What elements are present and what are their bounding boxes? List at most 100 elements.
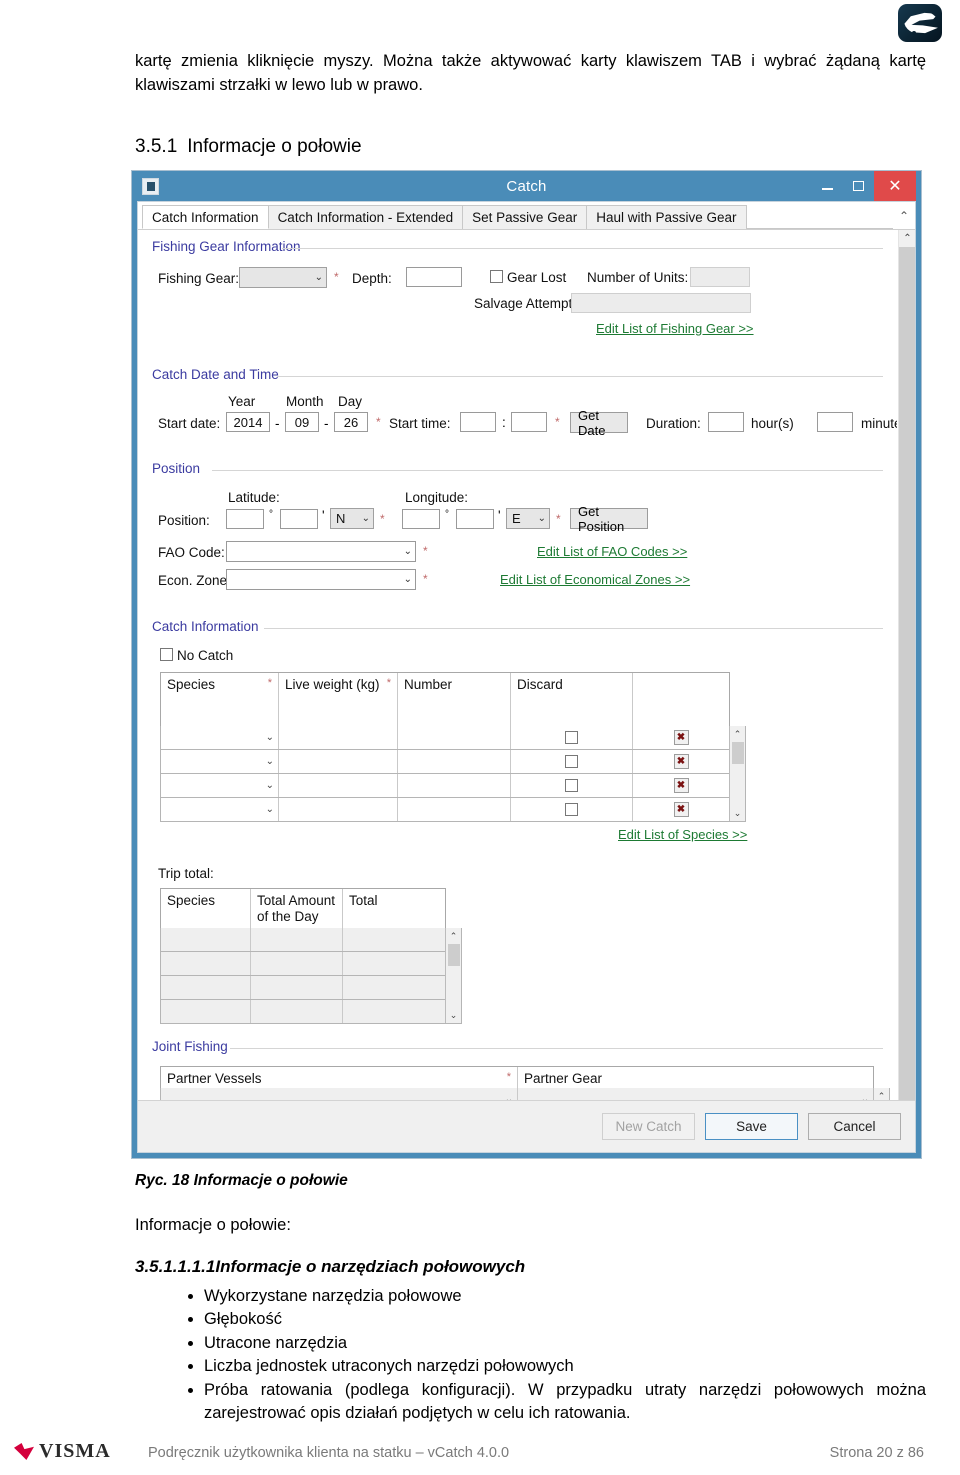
longitude-degree-symbol: ° bbox=[445, 509, 449, 520]
econ-zone-select[interactable]: ⌄ bbox=[226, 569, 416, 590]
no-catch-label[interactable]: No Catch bbox=[177, 648, 233, 663]
scroll-thumb[interactable] bbox=[731, 742, 744, 764]
get-position-button[interactable]: Get Position bbox=[570, 504, 648, 534]
cell-actions[interactable]: ✖ bbox=[633, 774, 729, 797]
cancel-button[interactable]: Cancel bbox=[808, 1113, 901, 1140]
number-of-units-input[interactable] bbox=[690, 267, 750, 287]
species-grid-scrollbar[interactable]: ⌃ ⌄ bbox=[729, 726, 745, 821]
longitude-minutes-input[interactable] bbox=[456, 509, 494, 529]
table-row[interactable] bbox=[161, 928, 445, 951]
discard-checkbox[interactable] bbox=[565, 755, 578, 768]
table-row[interactable]: ⌄ ✖ bbox=[161, 773, 729, 797]
tab-catch-information[interactable]: Catch Information bbox=[142, 205, 269, 229]
delete-row-button[interactable]: ✖ bbox=[673, 754, 689, 769]
edit-list-of-economical-zones-link[interactable]: Edit List of Economical Zones >> bbox=[500, 572, 690, 587]
start-minute-input[interactable] bbox=[511, 412, 547, 432]
discard-checkbox[interactable] bbox=[565, 803, 578, 816]
start-hour-input[interactable] bbox=[460, 412, 496, 432]
trip-total-scrollbar[interactable]: ⌃ ⌄ bbox=[445, 928, 461, 1023]
column-total: Total bbox=[343, 889, 445, 929]
duration-hours-input[interactable] bbox=[708, 412, 744, 432]
scroll-up-icon[interactable]: ⌃ bbox=[450, 928, 458, 944]
cell-number[interactable] bbox=[398, 774, 511, 797]
table-row[interactable]: ⌄ ✖ bbox=[161, 726, 729, 749]
page-footer: VISMA Podręcznik użytkownika klienta na … bbox=[0, 1427, 960, 1475]
content-vertical-scrollbar[interactable]: ⌃ bbox=[898, 230, 915, 1134]
new-catch-button[interactable]: New Catch bbox=[602, 1113, 695, 1140]
table-row[interactable]: ⌄ ✖ bbox=[161, 797, 729, 821]
cell-total-amount bbox=[251, 928, 343, 951]
longitude-direction-select[interactable]: E ⌄ bbox=[506, 508, 550, 529]
latitude-minutes-input[interactable] bbox=[280, 509, 318, 529]
cell-number[interactable] bbox=[398, 750, 511, 773]
tab-haul-with-passive-gear[interactable]: Haul with Passive Gear bbox=[586, 205, 747, 229]
scroll-up-icon[interactable]: ⌃ bbox=[899, 230, 915, 247]
delete-row-button[interactable]: ✖ bbox=[673, 802, 689, 817]
fishing-gear-select[interactable]: ⌄ bbox=[239, 267, 327, 288]
scroll-thumb[interactable] bbox=[447, 944, 460, 966]
duration-minutes-input[interactable] bbox=[817, 412, 853, 432]
discard-checkbox[interactable] bbox=[565, 731, 578, 744]
cell-live-weight[interactable] bbox=[279, 750, 398, 773]
cell-actions[interactable]: ✖ bbox=[633, 750, 729, 773]
cell-number[interactable] bbox=[398, 726, 511, 749]
table-row[interactable] bbox=[161, 975, 445, 999]
delete-row-button[interactable]: ✖ bbox=[673, 778, 689, 793]
cell-species[interactable]: ⌄ bbox=[161, 750, 279, 773]
cell-species[interactable]: ⌄ bbox=[161, 798, 279, 821]
edit-list-of-fao-codes-link[interactable]: Edit List of FAO Codes >> bbox=[537, 544, 687, 559]
cell-actions[interactable]: ✖ bbox=[633, 726, 729, 749]
edit-list-of-fishing-gear-link[interactable]: Edit List of Fishing Gear >> bbox=[596, 321, 754, 336]
time-separator: : bbox=[502, 415, 506, 430]
month-input[interactable]: 09 bbox=[285, 412, 319, 432]
latitude-degrees-input[interactable] bbox=[226, 509, 264, 529]
joint-fishing-header: Partner Vessels * Partner Gear bbox=[161, 1067, 873, 1089]
salvage-attempt-input[interactable] bbox=[571, 293, 751, 313]
scroll-track[interactable] bbox=[899, 247, 915, 1134]
table-row[interactable] bbox=[161, 999, 445, 1023]
longitude-minute-symbol: ' bbox=[498, 508, 501, 523]
scroll-down-icon[interactable]: ⌄ bbox=[450, 1007, 458, 1023]
no-catch-checkbox[interactable] bbox=[160, 648, 173, 661]
cell-number[interactable] bbox=[398, 798, 511, 821]
longitude-degrees-input[interactable] bbox=[402, 509, 440, 529]
cell-species[interactable]: ⌄ bbox=[161, 774, 279, 797]
delete-row-button[interactable]: ✖ bbox=[673, 730, 689, 745]
gear-lost-checkbox[interactable] bbox=[490, 270, 503, 283]
fao-code-select[interactable]: ⌄ bbox=[226, 541, 416, 562]
cell-discard[interactable] bbox=[511, 726, 633, 749]
fao-required-star: * bbox=[423, 544, 428, 558]
cell-discard[interactable] bbox=[511, 750, 633, 773]
scroll-up-icon[interactable]: ⌃ bbox=[734, 726, 742, 742]
depth-input[interactable] bbox=[406, 267, 462, 287]
tab-set-passive-gear[interactable]: Set Passive Gear bbox=[462, 205, 588, 229]
cell-live-weight[interactable] bbox=[279, 774, 398, 797]
cell-discard[interactable] bbox=[511, 798, 633, 821]
dialog-button-bar: New Catch Save Cancel bbox=[138, 1100, 915, 1152]
table-row[interactable] bbox=[161, 951, 445, 975]
cell-discard[interactable] bbox=[511, 774, 633, 797]
tab-catch-information-extended[interactable]: Catch Information - Extended bbox=[267, 205, 464, 229]
cell-species[interactable]: ⌄ bbox=[161, 726, 279, 749]
save-button[interactable]: Save bbox=[705, 1113, 798, 1140]
year-input[interactable]: 2014 bbox=[226, 412, 270, 432]
edit-list-of-species-link[interactable]: Edit List of Species >> bbox=[618, 827, 747, 842]
column-total-label: Total bbox=[349, 893, 378, 908]
tab-strip-filler bbox=[745, 205, 893, 229]
latitude-direction-select[interactable]: N ⌄ bbox=[330, 508, 374, 529]
day-input[interactable]: 26 bbox=[334, 412, 368, 432]
get-date-button[interactable]: Get Date bbox=[570, 408, 628, 438]
scroll-down-icon[interactable]: ⌄ bbox=[734, 805, 742, 821]
chevron-up-icon[interactable]: ⌃ bbox=[893, 202, 915, 229]
gear-lost-label[interactable]: Gear Lost bbox=[507, 270, 566, 285]
cell-live-weight[interactable] bbox=[279, 798, 398, 821]
after-figure-line: Informacje o połowie: bbox=[135, 1216, 291, 1234]
cell-total bbox=[343, 1000, 445, 1023]
table-row[interactable]: ⌄ ✖ bbox=[161, 749, 729, 773]
cell-actions[interactable]: ✖ bbox=[633, 798, 729, 821]
discard-checkbox[interactable] bbox=[565, 779, 578, 792]
cell-live-weight[interactable] bbox=[279, 726, 398, 749]
species-row-grid: ⌄ ✖ ⌄ ✖ ⌄ ✖ ⌄ ✖ bbox=[161, 726, 729, 821]
chevron-down-icon: ⌄ bbox=[314, 272, 323, 283]
subsection-heading: 3.5.1.1.1.1Informacje o narzędziach poło… bbox=[135, 1257, 526, 1276]
